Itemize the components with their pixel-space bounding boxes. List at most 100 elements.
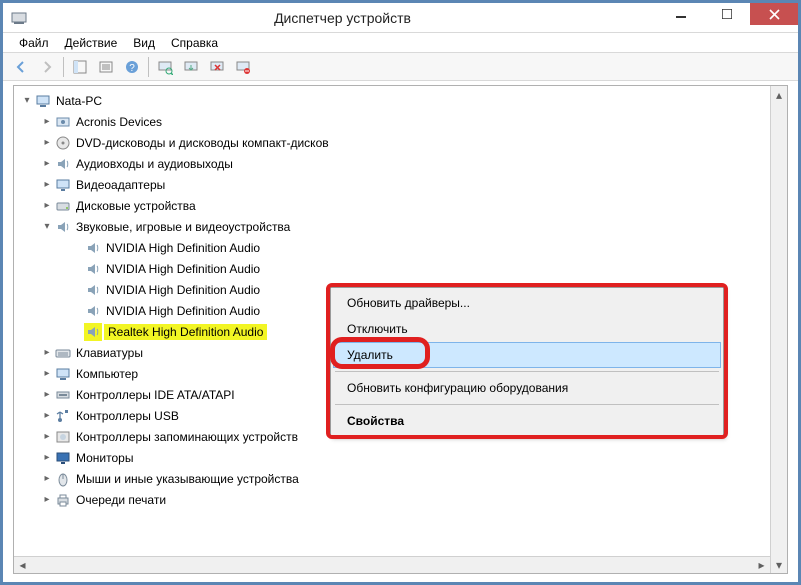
tree-node[interactable]: NVIDIA High Definition Audio: [18, 258, 770, 279]
collapse-icon[interactable]: ▾: [40, 221, 54, 232]
toolbar-forward-button[interactable]: [35, 55, 59, 79]
printer-icon: [54, 491, 72, 509]
tree-node[interactable]: ▸ Acronis Devices: [18, 111, 770, 132]
audio-icon: [84, 302, 102, 320]
scroll-down-arrow[interactable]: ▾: [771, 556, 787, 573]
toolbar-show-hidden-button[interactable]: [68, 55, 92, 79]
context-menu-item[interactable]: Свойства: [333, 408, 721, 434]
context-menu-item[interactable]: Обновить конфигурацию оборудования: [333, 375, 721, 401]
maximize-button[interactable]: [704, 3, 750, 25]
expand-icon[interactable]: ▸: [40, 179, 54, 190]
tree-node-label: Контроллеры USB: [74, 409, 181, 423]
expand-icon[interactable]: ▸: [40, 431, 54, 442]
svg-text:?: ?: [129, 63, 135, 74]
horizontal-scrollbar[interactable]: ◂ ▸: [14, 556, 770, 573]
collapse-icon[interactable]: ▾: [20, 95, 34, 106]
usb-icon: [54, 407, 72, 425]
tree-node-label: Realtek High Definition Audio: [104, 324, 267, 340]
expand-icon[interactable]: ▸: [40, 389, 54, 400]
tree-node-label: Мониторы: [74, 451, 135, 465]
toolbar-disable-button[interactable]: [231, 55, 255, 79]
menu-file[interactable]: Файл: [11, 33, 57, 53]
tree-node-label: Звуковые, игровые и видеоустройства: [74, 220, 292, 234]
computer-root-icon: [34, 92, 52, 110]
storage-icon: [54, 428, 72, 446]
tree-node[interactable]: ▾ Nata-PC: [18, 90, 770, 111]
tree-node-label: DVD-дисководы и дисководы компакт-дисков: [74, 136, 331, 150]
minimize-button[interactable]: [658, 3, 704, 25]
audio-icon: [84, 239, 102, 257]
tree-node[interactable]: ▸Очереди печати: [18, 489, 770, 510]
menubar: Файл Действие Вид Справка: [3, 33, 798, 53]
device-manager-icon: [11, 10, 27, 26]
tree-node-label: NVIDIA High Definition Audio: [104, 262, 262, 276]
titlebar: Диспетчер устройств: [3, 3, 798, 33]
tree-node[interactable]: ▸ Видеоадаптеры: [18, 174, 770, 195]
close-button[interactable]: [750, 3, 798, 25]
context-menu: Обновить драйверы...ОтключитьУдалить Обно…: [330, 287, 724, 437]
monitor-icon: [54, 449, 72, 467]
disk-icon: [54, 197, 72, 215]
ide-icon: [54, 386, 72, 404]
expand-icon[interactable]: ▸: [40, 473, 54, 484]
audio-icon: [54, 155, 72, 173]
toolbar-scan-hardware-button[interactable]: [153, 55, 177, 79]
tree-node[interactable]: ▸ Мониторы: [18, 447, 770, 468]
tree-node[interactable]: ▸ Мыши и иные указывающие устройства: [18, 468, 770, 489]
scroll-right-arrow[interactable]: ▸: [753, 557, 770, 573]
mouse-icon: [54, 470, 72, 488]
expand-icon[interactable]: ▸: [40, 494, 54, 505]
device-icon: [54, 113, 72, 131]
tree-node-label: Дисковые устройства: [74, 199, 198, 213]
tree-node[interactable]: ▸ Дисковые устройства: [18, 195, 770, 216]
disc-icon: [54, 134, 72, 152]
menu-view[interactable]: Вид: [125, 33, 163, 53]
tree-node-label: Компьютер: [74, 367, 140, 381]
audio-icon: [84, 260, 102, 278]
tree-node[interactable]: NVIDIA High Definition Audio: [18, 237, 770, 258]
expand-icon[interactable]: ▸: [40, 452, 54, 463]
toolbar: ?: [3, 53, 798, 81]
tree-node-label: Клавиатуры: [74, 346, 145, 360]
expand-icon[interactable]: ▸: [40, 347, 54, 358]
vertical-scrollbar[interactable]: ▴ ▾: [770, 86, 787, 573]
expand-icon[interactable]: ▸: [40, 116, 54, 127]
computer-icon: [54, 365, 72, 383]
expand-icon[interactable]: ▸: [40, 410, 54, 421]
display-icon: [54, 176, 72, 194]
toolbar-back-button[interactable]: [9, 55, 33, 79]
toolbar-help-button[interactable]: ?: [120, 55, 144, 79]
tree-node-label: Acronis Devices: [74, 115, 164, 129]
tree-node-label: Nata-PC: [54, 94, 104, 108]
window-title: Диспетчер устройств: [27, 10, 658, 26]
tree-node-label: Видеоадаптеры: [74, 178, 167, 192]
tree-node-label: Контроллеры запоминающих устройств: [74, 430, 300, 444]
keyboard-icon: [54, 344, 72, 362]
expand-icon[interactable]: ▸: [40, 368, 54, 379]
toolbar-uninstall-button[interactable]: [205, 55, 229, 79]
context-menu-item[interactable]: Отключить: [333, 316, 721, 342]
tree-node-label: NVIDIA High Definition Audio: [104, 304, 262, 318]
context-menu-item[interactable]: Обновить драйверы...: [333, 290, 721, 316]
toolbar-update-driver-button[interactable]: [179, 55, 203, 79]
audio-icon: [54, 218, 72, 236]
menu-action[interactable]: Действие: [57, 33, 126, 53]
scroll-track[interactable]: [31, 557, 753, 573]
tree-node-label: Мыши и иные указывающие устройства: [74, 472, 301, 486]
tree-node[interactable]: ▾ Звуковые, игровые и видеоустройства: [18, 216, 770, 237]
expand-icon[interactable]: ▸: [40, 158, 54, 169]
menu-help[interactable]: Справка: [163, 33, 226, 53]
scroll-track[interactable]: [771, 103, 787, 556]
toolbar-properties-button[interactable]: [94, 55, 118, 79]
scroll-up-arrow[interactable]: ▴: [771, 86, 787, 103]
tree-node[interactable]: ▸ Аудиовходы и аудиовыходы: [18, 153, 770, 174]
tree-node-label: Аудиовходы и аудиовыходы: [74, 157, 235, 171]
scroll-left-arrow[interactable]: ◂: [14, 557, 31, 573]
tree-node-label: NVIDIA High Definition Audio: [104, 241, 262, 255]
tree-node[interactable]: ▸ DVD-дисководы и дисководы компакт-диско…: [18, 132, 770, 153]
toolbar-separator: [63, 57, 64, 77]
toolbar-separator: [148, 57, 149, 77]
context-menu-item[interactable]: Удалить: [333, 342, 721, 368]
expand-icon[interactable]: ▸: [40, 200, 54, 211]
expand-icon[interactable]: ▸: [40, 137, 54, 148]
